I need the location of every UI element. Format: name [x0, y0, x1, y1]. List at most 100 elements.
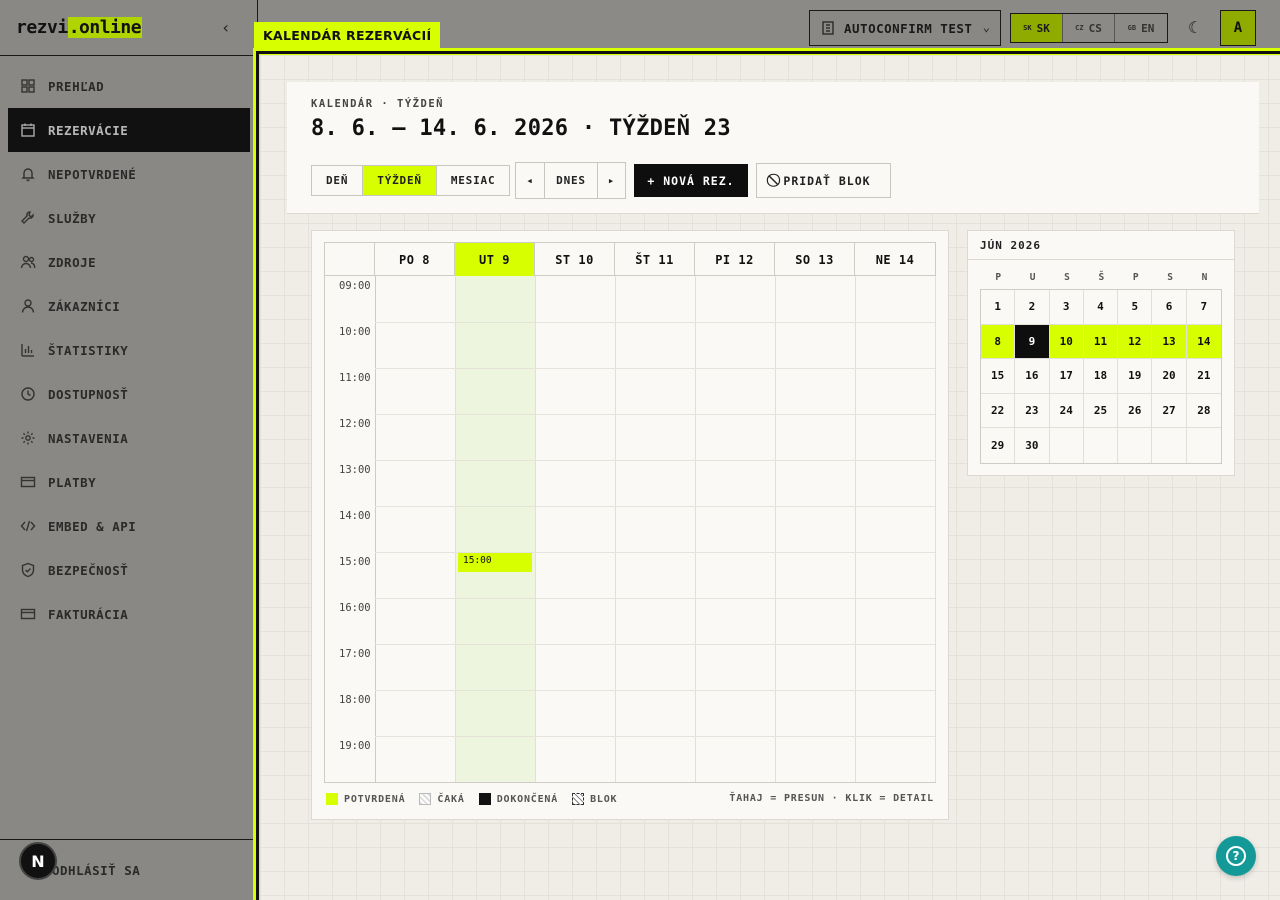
mini-calendar-grid: 1 2 3 4 5 6 7 8 9 10 11 12 13 14 15 16 17 18 19 20 21 22 23 24 2… — [980, 289, 1222, 464]
code-icon — [20, 518, 36, 534]
time-label: 15:00 — [339, 556, 371, 568]
calendar-body[interactable]: 15:00 09:00 10:00 11:00 12:00 13:00 14:00 15:0… — [325, 276, 936, 782]
today-button[interactable]: DNES — [545, 163, 598, 198]
sidebar-item-12[interactable]: FAKTURÁCIA — [8, 592, 250, 636]
mini-calendar-day[interactable]: 10 — [1049, 324, 1084, 359]
mini-calendar-day[interactable]: 22 — [981, 393, 1016, 428]
sidebar-item-3[interactable]: SLUŽBY — [8, 196, 250, 240]
mini-calendar-day[interactable]: 4 — [1083, 290, 1119, 325]
mini-calendar-day[interactable]: 25 — [1083, 393, 1119, 428]
day-header[interactable]: UT 9 — [455, 243, 535, 276]
help-button[interactable]: ? — [1216, 836, 1256, 876]
time-label: 18:00 — [339, 694, 371, 706]
mini-calendar-day[interactable]: 30 — [1015, 428, 1050, 463]
time-label: 17:00 — [339, 648, 371, 660]
next-button[interactable]: ▸ — [598, 163, 625, 198]
mini-calendar-day[interactable]: 14 — [1186, 324, 1221, 359]
day-header[interactable]: PO 8 — [375, 243, 455, 276]
mini-calendar-day[interactable]: 19 — [1118, 359, 1153, 394]
grid-row-line — [375, 322, 935, 323]
sidebar-item-label: FAKTURÁCIA — [48, 606, 129, 622]
grid-row-line — [375, 414, 935, 415]
language-code: CS — [1088, 21, 1102, 35]
mini-calendar-day[interactable]: 28 — [1186, 394, 1221, 428]
sidebar-item-11[interactable]: BEZPEČNOSŤ — [8, 548, 250, 592]
mini-calendar-day[interactable]: 17 — [1049, 359, 1084, 394]
new-reservation-button[interactable]: + NOVÁ REZ. — [634, 164, 748, 197]
chevron-down-icon: ⌄ — [982, 20, 990, 34]
sidebar-item-0[interactable]: PREHĽAD — [8, 64, 250, 108]
day-header[interactable]: NE 14 — [855, 243, 935, 276]
sidebar-item-10[interactable]: EMBED & API — [8, 504, 250, 548]
sidebar-item-1[interactable]: REZERVÁCIE — [8, 108, 250, 152]
sidebar-item-7[interactable]: DOSTUPNOSŤ — [8, 372, 250, 416]
sidebar-item-5[interactable]: ZÁKAZNÍCI — [8, 284, 250, 328]
bar-chart-icon — [20, 342, 36, 358]
language-option-cs[interactable]: CZ CS — [1063, 14, 1115, 42]
grid-row-line — [375, 690, 935, 691]
sidebar-item-8[interactable]: NASTAVENIA — [8, 416, 250, 460]
dev-badge[interactable]: N — [19, 842, 57, 880]
grid-column-line — [455, 276, 456, 782]
sidebar-item-6[interactable]: ŠTATISTIKY — [8, 328, 250, 372]
divider — [968, 259, 1234, 260]
mini-calendar-day[interactable]: 18 — [1083, 359, 1119, 394]
moon-icon[interactable]: ☾ — [1183, 18, 1203, 38]
legend-label: DOKONČENÁ — [496, 793, 559, 805]
mini-calendar-day[interactable]: 23 — [1015, 393, 1050, 428]
mini-calendar-day[interactable]: 13 — [1152, 324, 1187, 359]
grid-row-line — [375, 460, 935, 461]
mini-calendar-day[interactable]: 21 — [1186, 359, 1221, 394]
view-tab-0[interactable]: DEŇ — [312, 166, 364, 195]
reservation-event[interactable]: 15:00 — [458, 552, 532, 572]
clock-icon — [20, 386, 36, 402]
mini-calendar-empty — [1118, 428, 1153, 463]
mini-calendar-day[interactable]: 26 — [1118, 393, 1153, 428]
grid-row-line — [375, 598, 935, 599]
mini-calendar-day[interactable]: 6 — [1152, 290, 1187, 325]
mini-calendar-day[interactable]: 15 — [981, 359, 1016, 394]
weekday-label: S — [1167, 272, 1174, 283]
mini-calendar-day[interactable]: 8 — [981, 324, 1016, 359]
grid-row-line — [375, 736, 935, 737]
sidebar-item-9[interactable]: PLATBY — [8, 460, 250, 504]
mini-calendar-day[interactable]: 1 — [981, 290, 1016, 325]
collapse-sidebar-icon[interactable]: ‹ — [221, 18, 237, 38]
mini-calendar-day[interactable]: 12 — [1118, 324, 1153, 359]
sidebar-item-4[interactable]: ZDROJE — [8, 240, 250, 284]
mini-calendar-day[interactable]: 27 — [1152, 393, 1187, 428]
prev-button[interactable]: ◂ — [516, 163, 545, 198]
view-tab-1[interactable]: TÝŽDEŇ — [363, 166, 437, 195]
user-icon — [20, 298, 36, 314]
logo[interactable]: rezvi.online — [16, 17, 143, 38]
sidebar-item-label: REZERVÁCIE — [48, 122, 129, 138]
avatar[interactable]: A — [1220, 10, 1256, 46]
day-header[interactable]: ST 10 — [535, 243, 615, 276]
mini-calendar-day[interactable]: 16 — [1015, 359, 1050, 394]
week-calendar: PO 8 UT 9 ST 10 ŠT 11 PI 12 SO 13 NE 14 15:00 … — [311, 230, 949, 820]
day-header[interactable]: ŠT 11 — [615, 243, 695, 276]
view-tab-2[interactable]: MESIAC — [436, 166, 510, 195]
mini-calendar-day[interactable]: 5 — [1118, 290, 1153, 325]
mini-calendar-day[interactable]: 9 — [1015, 324, 1050, 359]
add-block-button[interactable]: ⃠ PRIDAŤ BLOK — [756, 163, 891, 198]
sidebar-item-2[interactable]: NEPOTVRDENÉ — [8, 152, 250, 196]
dashboard-icon — [20, 78, 36, 94]
mini-calendar-day[interactable]: 20 — [1152, 359, 1187, 394]
mini-calendar-day[interactable]: 24 — [1049, 393, 1084, 428]
tenant-selector[interactable]: AUTOCONFIRM TEST ⌄ — [809, 10, 1001, 46]
language-option-sk[interactable]: SK SK — [1011, 14, 1063, 42]
main-content: KALENDÁR · TÝŽDEŇ 8. 6. – 14. 6. 2026 · … — [259, 54, 1280, 900]
mini-calendar-day[interactable]: 3 — [1049, 290, 1084, 325]
sidebar-item-label: PLATBY — [48, 474, 97, 490]
day-header[interactable]: SO 13 — [775, 243, 855, 276]
grid-column-line — [855, 276, 856, 782]
legend-item: ČAKÁ — [419, 793, 464, 805]
mini-calendar-day[interactable]: 11 — [1083, 324, 1119, 359]
mini-calendar-day[interactable]: 7 — [1186, 290, 1221, 325]
mini-calendar-day[interactable]: 29 — [981, 428, 1016, 463]
mini-calendar-day[interactable]: 2 — [1015, 290, 1050, 325]
flag-icon: GB — [1127, 24, 1137, 32]
language-option-en[interactable]: GB EN — [1115, 14, 1167, 42]
day-header[interactable]: PI 12 — [695, 243, 775, 276]
